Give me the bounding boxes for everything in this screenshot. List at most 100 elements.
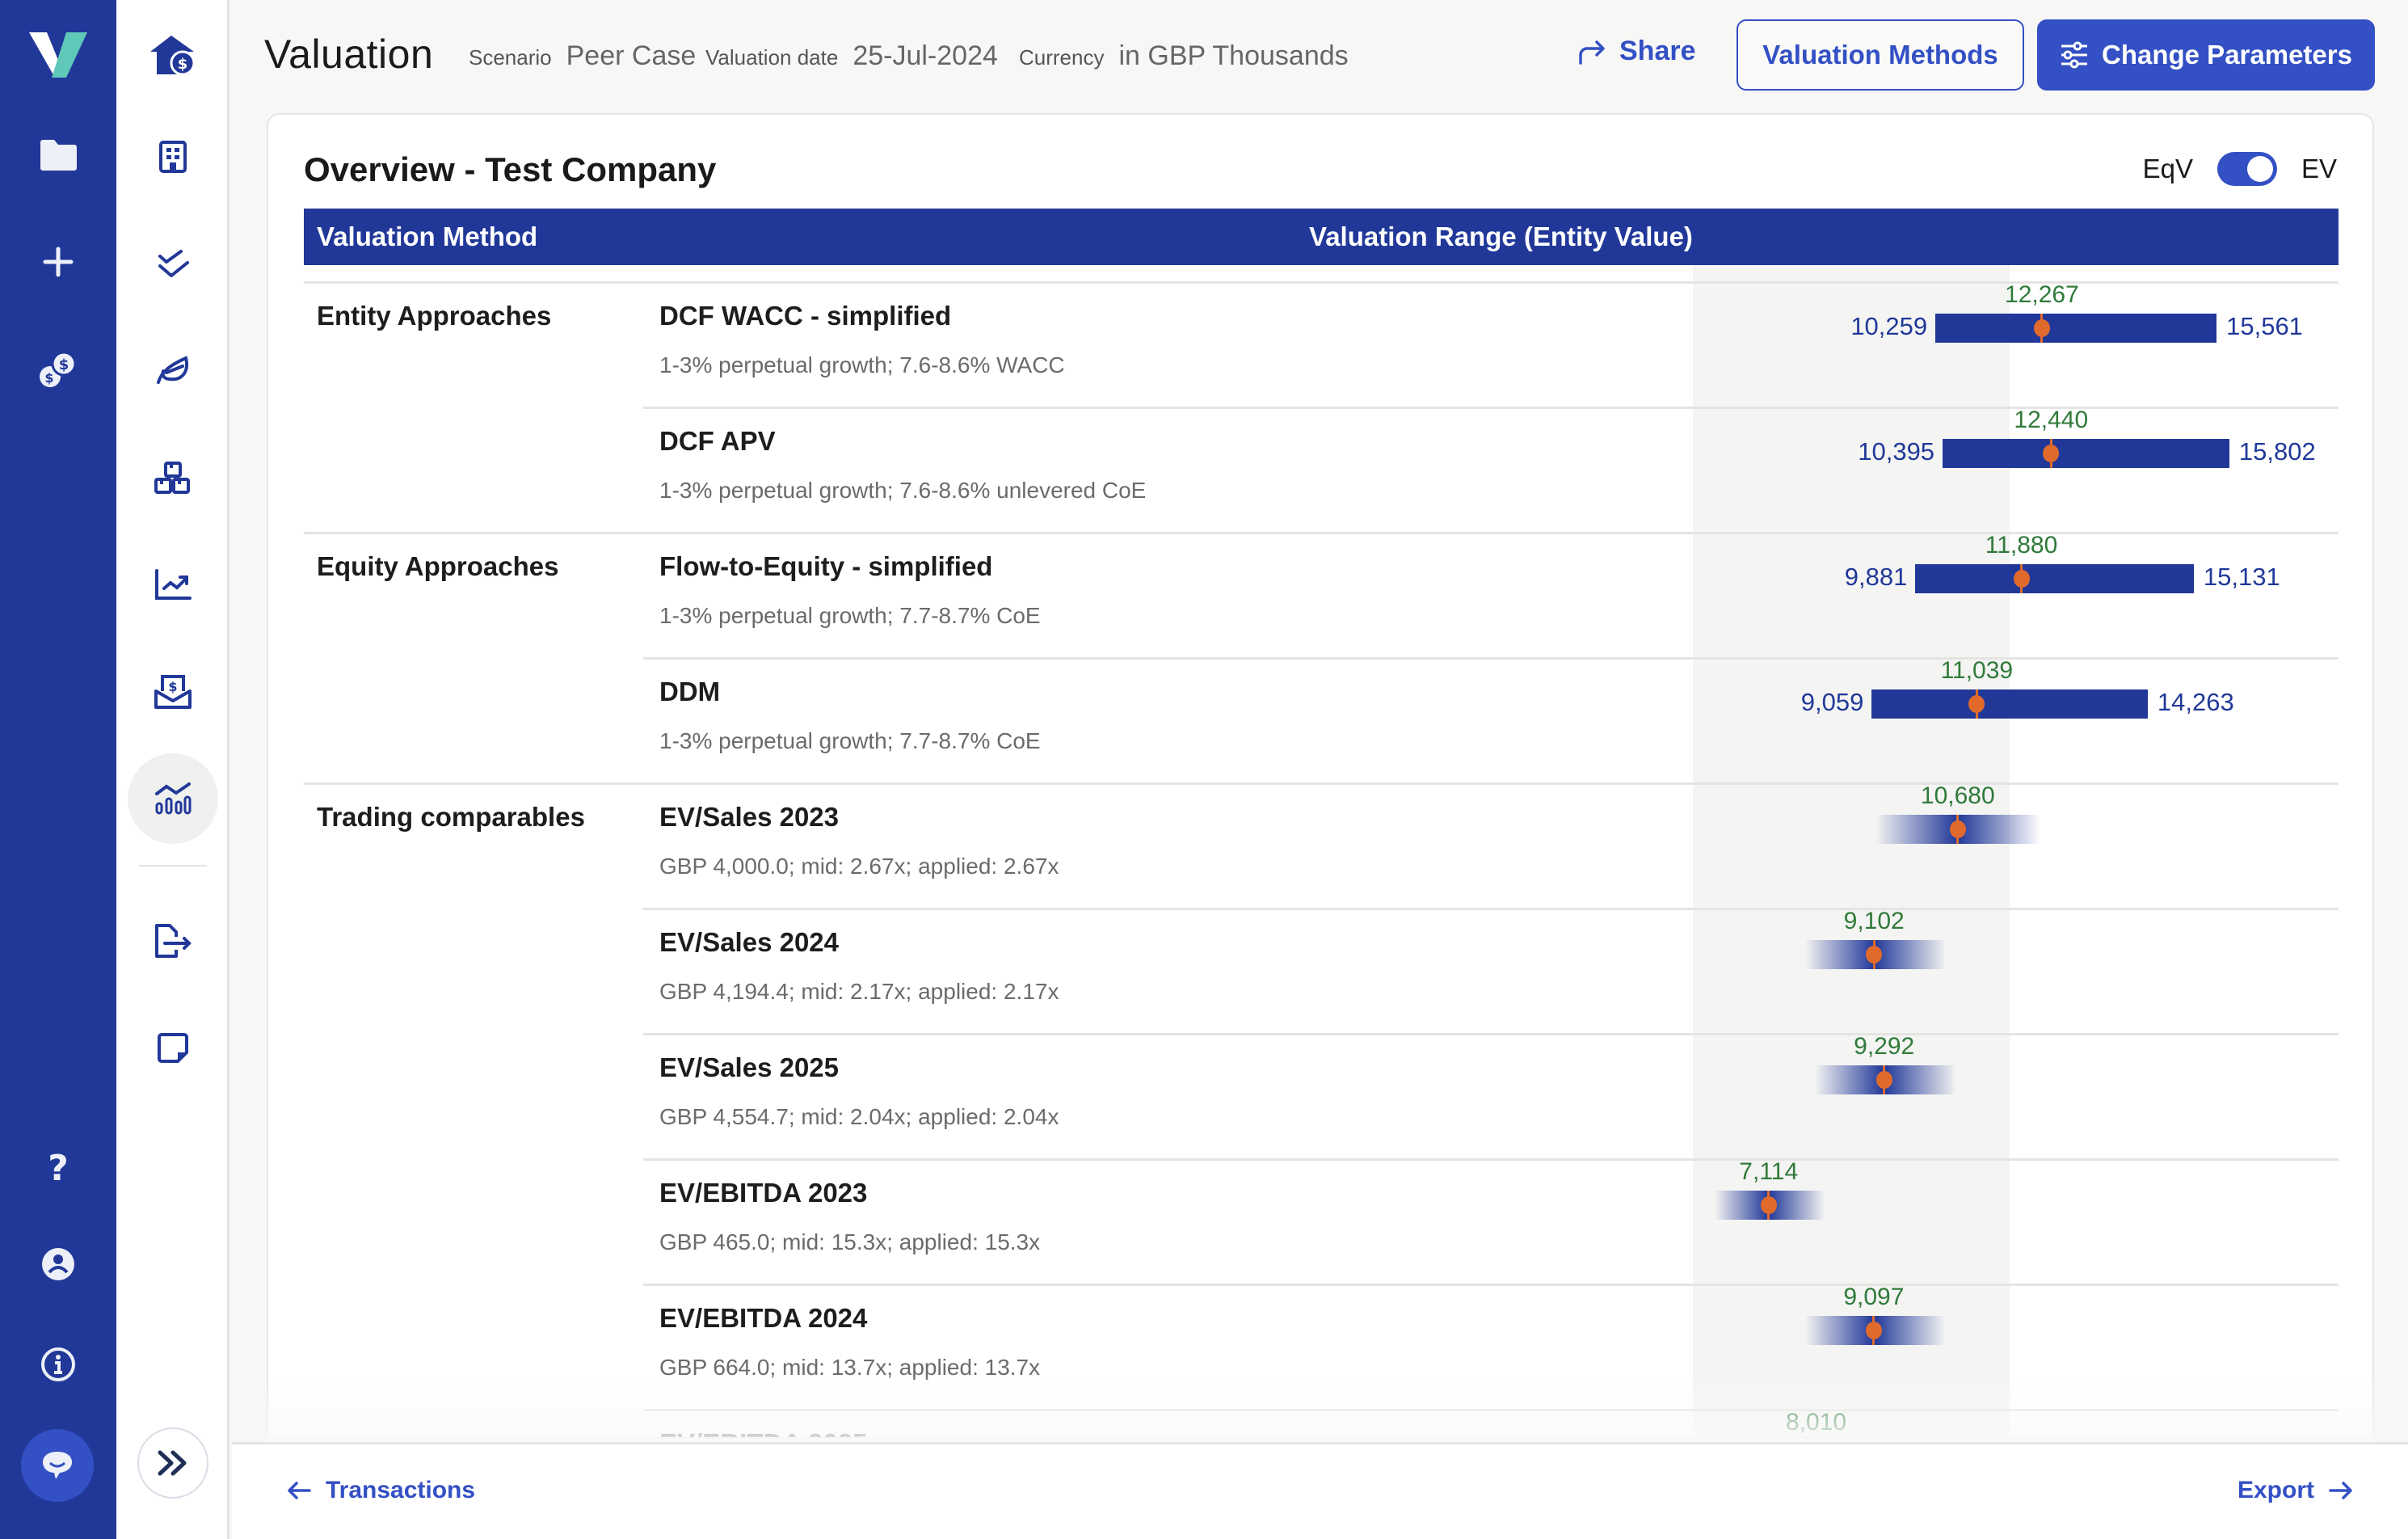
export-link-label: Export	[2237, 1477, 2314, 1503]
method-name[interactable]: DCF APV	[659, 426, 776, 457]
coins-icon[interactable]: $ $	[0, 338, 116, 403]
info-icon[interactable]	[0, 1332, 116, 1397]
approach-group-label: Entity Approaches	[317, 301, 552, 331]
subnav-valuation[interactable]	[128, 753, 218, 844]
table-header: Valuation Method Valuation Range (Entity…	[304, 209, 2339, 265]
toggle-label-ev[interactable]: EV	[2301, 154, 2337, 184]
method-name[interactable]: DDM	[659, 677, 720, 707]
method-description: GBP 4,000.0; mid: 2.67x; applied: 2.67x	[659, 854, 1059, 879]
plus-icon[interactable]	[0, 230, 116, 294]
table-row: EV/EBITDA 2023 GBP 465.0; mid: 15.3x; app…	[304, 1158, 2339, 1284]
method-description: 1-3% perpetual growth; 7.6-8.6% WACC	[659, 352, 1065, 377]
svg-text:$: $	[168, 679, 177, 694]
midpoint-marker[interactable]	[2033, 319, 2050, 337]
toggle-label-eqv[interactable]: EqV	[2143, 154, 2193, 184]
row-divider	[643, 657, 2339, 660]
range-high-label: 15,802	[2238, 437, 2316, 466]
primary-sidebar: $ $ ?	[0, 0, 116, 1539]
method-description: 1-3% perpetual growth; 7.6-8.6% unlevere…	[659, 478, 1147, 503]
table-row: DDM 1-3% perpetual growth; 7.7-8.7% CoE 9,…	[304, 657, 2339, 782]
row-divider	[643, 908, 2339, 910]
midpoint-label: 8,010	[1785, 1409, 1847, 1436]
logo-icon[interactable]	[0, 23, 116, 87]
overview-card: Overview - Test Company EqV EV Valuation…	[267, 113, 2374, 1439]
table-row: EV/Sales 2025 GBP 4,554.7; mid: 2.04x; ap…	[304, 1033, 2339, 1158]
value-basis-toggle-group: EqV EV	[2143, 152, 2337, 186]
method-name[interactable]: EV/Sales 2024	[659, 927, 839, 958]
midpoint-label: 9,102	[1843, 908, 1905, 934]
range-bar[interactable]	[1915, 564, 2194, 593]
table-row: Trading comparables EV/Sales 2023 GBP 4,00…	[304, 782, 2339, 908]
leaf-icon	[157, 356, 188, 384]
subnav-home-dollar[interactable]: $	[128, 10, 218, 100]
method-name[interactable]: EV/EBITDA 2023	[659, 1178, 867, 1208]
method-description: GBP 4,554.7; mid: 2.04x; applied: 2.04x	[659, 1104, 1059, 1129]
midpoint-marker[interactable]	[1949, 820, 1966, 838]
subnav-export[interactable]	[128, 896, 218, 986]
page-header: Valuation Scenario Peer Case Valuation d…	[232, 0, 2408, 113]
table-row: EV/EBITDA 2024 GBP 664.0; mid: 13.7x; app…	[304, 1284, 2339, 1409]
column-header-range: Valuation Range (Entity Value)	[1309, 221, 1693, 251]
back-to-transactions-link[interactable]: Transactions	[287, 1477, 475, 1504]
sliders-icon	[2061, 41, 2087, 69]
range-bar[interactable]	[1935, 314, 2217, 343]
page-footer: Transactions Export	[232, 1442, 2408, 1539]
method-name[interactable]: EV/EBITDA 2025	[659, 1428, 867, 1437]
midpoint-marker[interactable]	[1760, 1196, 1777, 1214]
range-bar[interactable]	[1871, 689, 2148, 719]
file-export-icon	[155, 924, 192, 958]
chat-button[interactable]	[21, 1429, 94, 1502]
folder-icon[interactable]	[0, 123, 116, 188]
change-parameters-button[interactable]: Change Parameters	[2037, 19, 2375, 91]
range-low-label: 9,059	[1800, 688, 1864, 716]
method-name[interactable]: EV/Sales 2023	[659, 802, 839, 833]
help-icon[interactable]: ?	[0, 1135, 116, 1200]
method-description: GBP 664.0; mid: 13.7x; applied: 13.7x	[659, 1355, 1041, 1380]
valuation-methods-button[interactable]: Valuation Methods	[1737, 19, 2024, 91]
home-dollar-icon: $	[150, 36, 196, 76]
method-name[interactable]: Flow-to-Equity - simplified	[659, 551, 992, 582]
approach-group-label: Trading comparables	[317, 802, 585, 832]
midpoint-label: 12,440	[2014, 407, 2089, 433]
table-row: EV/EBITDA 2025 8,010	[304, 1409, 2339, 1437]
card-title: Overview - Test Company	[304, 150, 717, 188]
row-divider	[643, 1033, 2339, 1035]
midpoint-marker[interactable]	[2013, 570, 2030, 588]
share-button[interactable]: Share	[1577, 36, 1696, 67]
range-bar[interactable]	[1943, 439, 2229, 468]
range-low-label: 9,881	[1844, 563, 1908, 591]
svg-text:$: $	[178, 56, 188, 73]
subnav-tasks[interactable]	[128, 218, 218, 309]
subnav-building[interactable]	[128, 112, 218, 202]
expand-sidebar-button[interactable]	[137, 1427, 208, 1499]
user-icon[interactable]	[0, 1232, 116, 1297]
dollar-inbox-icon: $	[154, 675, 192, 709]
method-name[interactable]: EV/EBITDA 2024	[659, 1303, 867, 1334]
subnav-forecast[interactable]	[128, 540, 218, 630]
eqv-ev-toggle[interactable]	[2216, 152, 2277, 186]
valuation-chart-icon	[155, 782, 192, 815]
method-name[interactable]: DCF WACC - simplified	[659, 301, 951, 331]
building-icon	[159, 141, 187, 173]
row-divider	[304, 782, 2339, 785]
back-link-label: Transactions	[326, 1477, 476, 1503]
valuation-date-label: Valuation date	[705, 45, 839, 70]
range-high-label: 15,131	[2203, 563, 2280, 591]
row-divider	[643, 1409, 2339, 1411]
range-low-label: 10,395	[1858, 437, 1935, 466]
currency-value: in GBP Thousands	[1118, 40, 1349, 71]
currency-meta: Currency in GBP Thousands	[1019, 40, 1349, 72]
method-name[interactable]: EV/Sales 2025	[659, 1052, 839, 1083]
double-check-icon	[158, 250, 189, 277]
midpoint-label: 9,292	[1854, 1033, 1915, 1060]
export-link[interactable]: Export	[2238, 1477, 2353, 1504]
midpoint-marker[interactable]	[1865, 1322, 1882, 1339]
subnav-assets[interactable]	[128, 433, 218, 524]
midpoint-marker[interactable]	[1875, 1071, 1892, 1089]
subnav-cashflow[interactable]: $	[128, 647, 218, 737]
subnav-notes[interactable]	[128, 1002, 218, 1093]
method-description: GBP 465.0; mid: 15.3x; applied: 15.3x	[659, 1229, 1041, 1254]
table-row: EV/Sales 2024 GBP 4,194.4; mid: 2.17x; ap…	[304, 908, 2339, 1033]
arrow-right-icon	[2329, 1482, 2352, 1499]
subnav-esg[interactable]	[128, 325, 218, 415]
